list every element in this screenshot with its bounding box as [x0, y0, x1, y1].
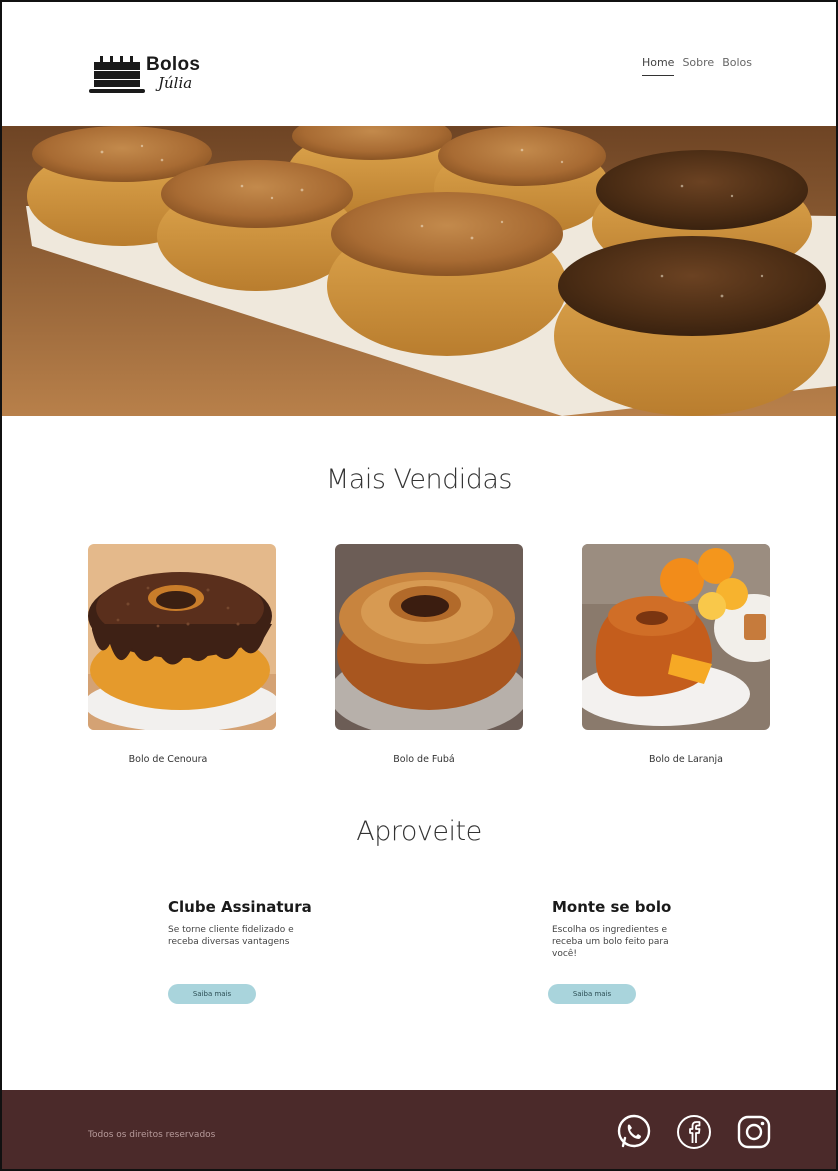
logo-title: Bolos — [146, 54, 201, 75]
site-logo[interactable]: Bolos Júlia — [88, 52, 228, 98]
product-label-fuba: Bolo de Fubá — [393, 754, 455, 765]
promo-text: Escolha os ingredientes e receba um bolo… — [552, 925, 669, 959]
promo-heading: Monte se bolo — [552, 898, 672, 916]
best-sellers-title: Mais Vendidas — [326, 464, 512, 495]
carrot-cake-image — [88, 544, 276, 730]
product-card-laranja[interactable] — [582, 544, 770, 730]
nav-sobre[interactable]: Sobre — [682, 54, 714, 76]
copyright-text: Todos os direitos reservados — [88, 1130, 216, 1140]
promo-monte-bolo: Monte se bolo Escolha os ingredientes e … — [552, 898, 722, 960]
product-label-laranja: Bolo de Laranja — [648, 754, 724, 765]
product-card-fuba[interactable] — [335, 544, 523, 730]
promo-title: Aproveite — [356, 816, 482, 847]
logo-subtitle: Júlia — [158, 74, 193, 92]
cornmeal-cake-image — [335, 544, 523, 730]
promo-heading: Clube Assinatura — [168, 898, 312, 916]
saiba-mais-button[interactable]: Saiba mais — [548, 984, 636, 1004]
page-frame: Bolos Júlia Home Sobre Bolos Mais Vendid… — [0, 0, 838, 1171]
promo-clube-assinatura: Clube Assinatura Se torne cliente fideli… — [168, 898, 338, 948]
whatsapp-icon[interactable] — [614, 1112, 654, 1152]
site-header: Bolos Júlia Home Sobre Bolos — [2, 2, 836, 126]
nav-home[interactable]: Home — [641, 54, 675, 76]
product-label-cenoura: Bolo de Cenoura — [128, 754, 208, 765]
hero-banner — [2, 126, 836, 416]
saiba-mais-button[interactable]: Saiba mais — [168, 984, 256, 1004]
instagram-icon[interactable] — [734, 1112, 774, 1152]
site-footer: Todos os direitos reservados — [2, 1090, 836, 1169]
orange-cake-image — [582, 544, 770, 730]
nav-bolos[interactable]: Bolos — [722, 54, 752, 76]
cupcakes-hero-image — [2, 126, 836, 416]
promo-text: Se torne cliente fidelizado e receba div… — [168, 925, 294, 947]
product-card-cenoura[interactable] — [88, 544, 276, 730]
main-nav: Home Sobre Bolos — [641, 54, 752, 76]
facebook-icon[interactable] — [674, 1112, 714, 1152]
cake-logo-icon — [89, 56, 145, 93]
